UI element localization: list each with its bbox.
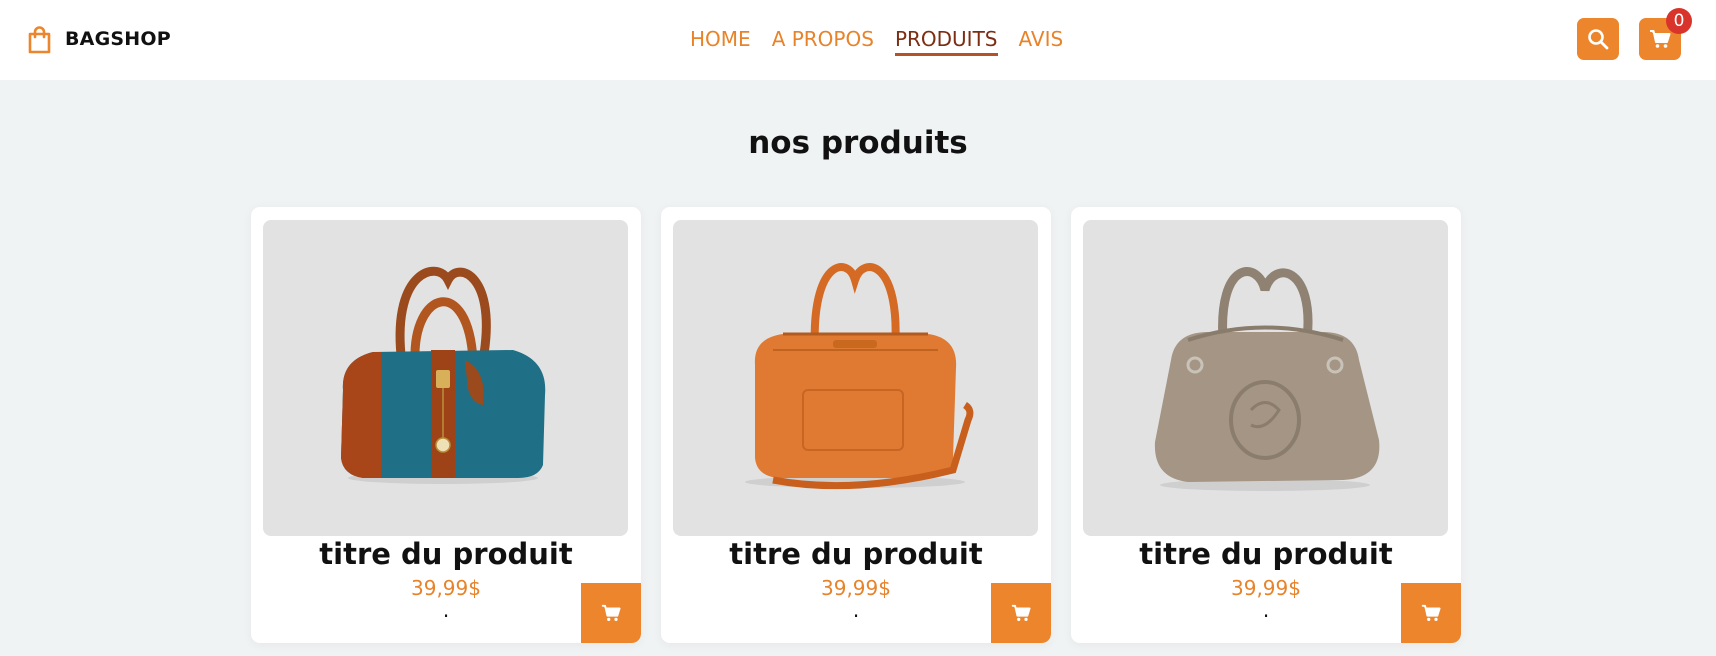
site-header: BAGSHOP HOME A PROPOS PRODUITS AVIS 0	[0, 0, 1716, 80]
nav-a-propos[interactable]: A PROPOS	[772, 27, 874, 56]
product-grid: titre du produit 39,99$ . titre du produ…	[251, 207, 1461, 656]
nav-produits[interactable]: PRODUITS	[894, 27, 998, 56]
cart-icon	[1650, 30, 1671, 48]
add-to-cart-button[interactable]	[991, 583, 1051, 643]
product-card: titre du produit 39,99$ .	[1071, 207, 1461, 643]
brand-name: BAGSHOP	[65, 28, 171, 50]
orange-leather-duffel-image	[745, 263, 974, 490]
product-title[interactable]: titre du produit	[661, 537, 1051, 571]
search-icon	[1588, 29, 1609, 50]
product-card: titre du produit 39,99$ .	[661, 207, 1051, 643]
product-image	[673, 220, 1038, 536]
product-image	[1083, 220, 1448, 536]
cart-count-badge: 0	[1666, 8, 1692, 34]
cart-icon	[1011, 604, 1031, 621]
product-card: titre du produit 39,99$ .	[251, 207, 641, 643]
section-title: nos produits	[748, 125, 968, 161]
product-title[interactable]: titre du produit	[251, 537, 641, 571]
blue-croc-handbag-image	[341, 266, 546, 484]
nav-avis[interactable]: AVIS	[1019, 27, 1064, 56]
search-button[interactable]	[1577, 18, 1619, 60]
main-nav: HOME A PROPOS PRODUITS AVIS	[690, 26, 1063, 56]
brand-logo[interactable]: BAGSHOP	[26, 24, 171, 54]
cart-icon	[601, 604, 621, 621]
nav-home[interactable]: HOME	[690, 27, 751, 56]
add-to-cart-button[interactable]	[581, 583, 641, 643]
taupe-leather-handbag-image	[1154, 267, 1380, 491]
cart-icon	[1421, 604, 1441, 621]
product-title[interactable]: titre du produit	[1071, 537, 1461, 571]
shopping-bag-icon	[28, 25, 51, 53]
product-image	[263, 220, 628, 536]
add-to-cart-button[interactable]	[1401, 583, 1461, 643]
